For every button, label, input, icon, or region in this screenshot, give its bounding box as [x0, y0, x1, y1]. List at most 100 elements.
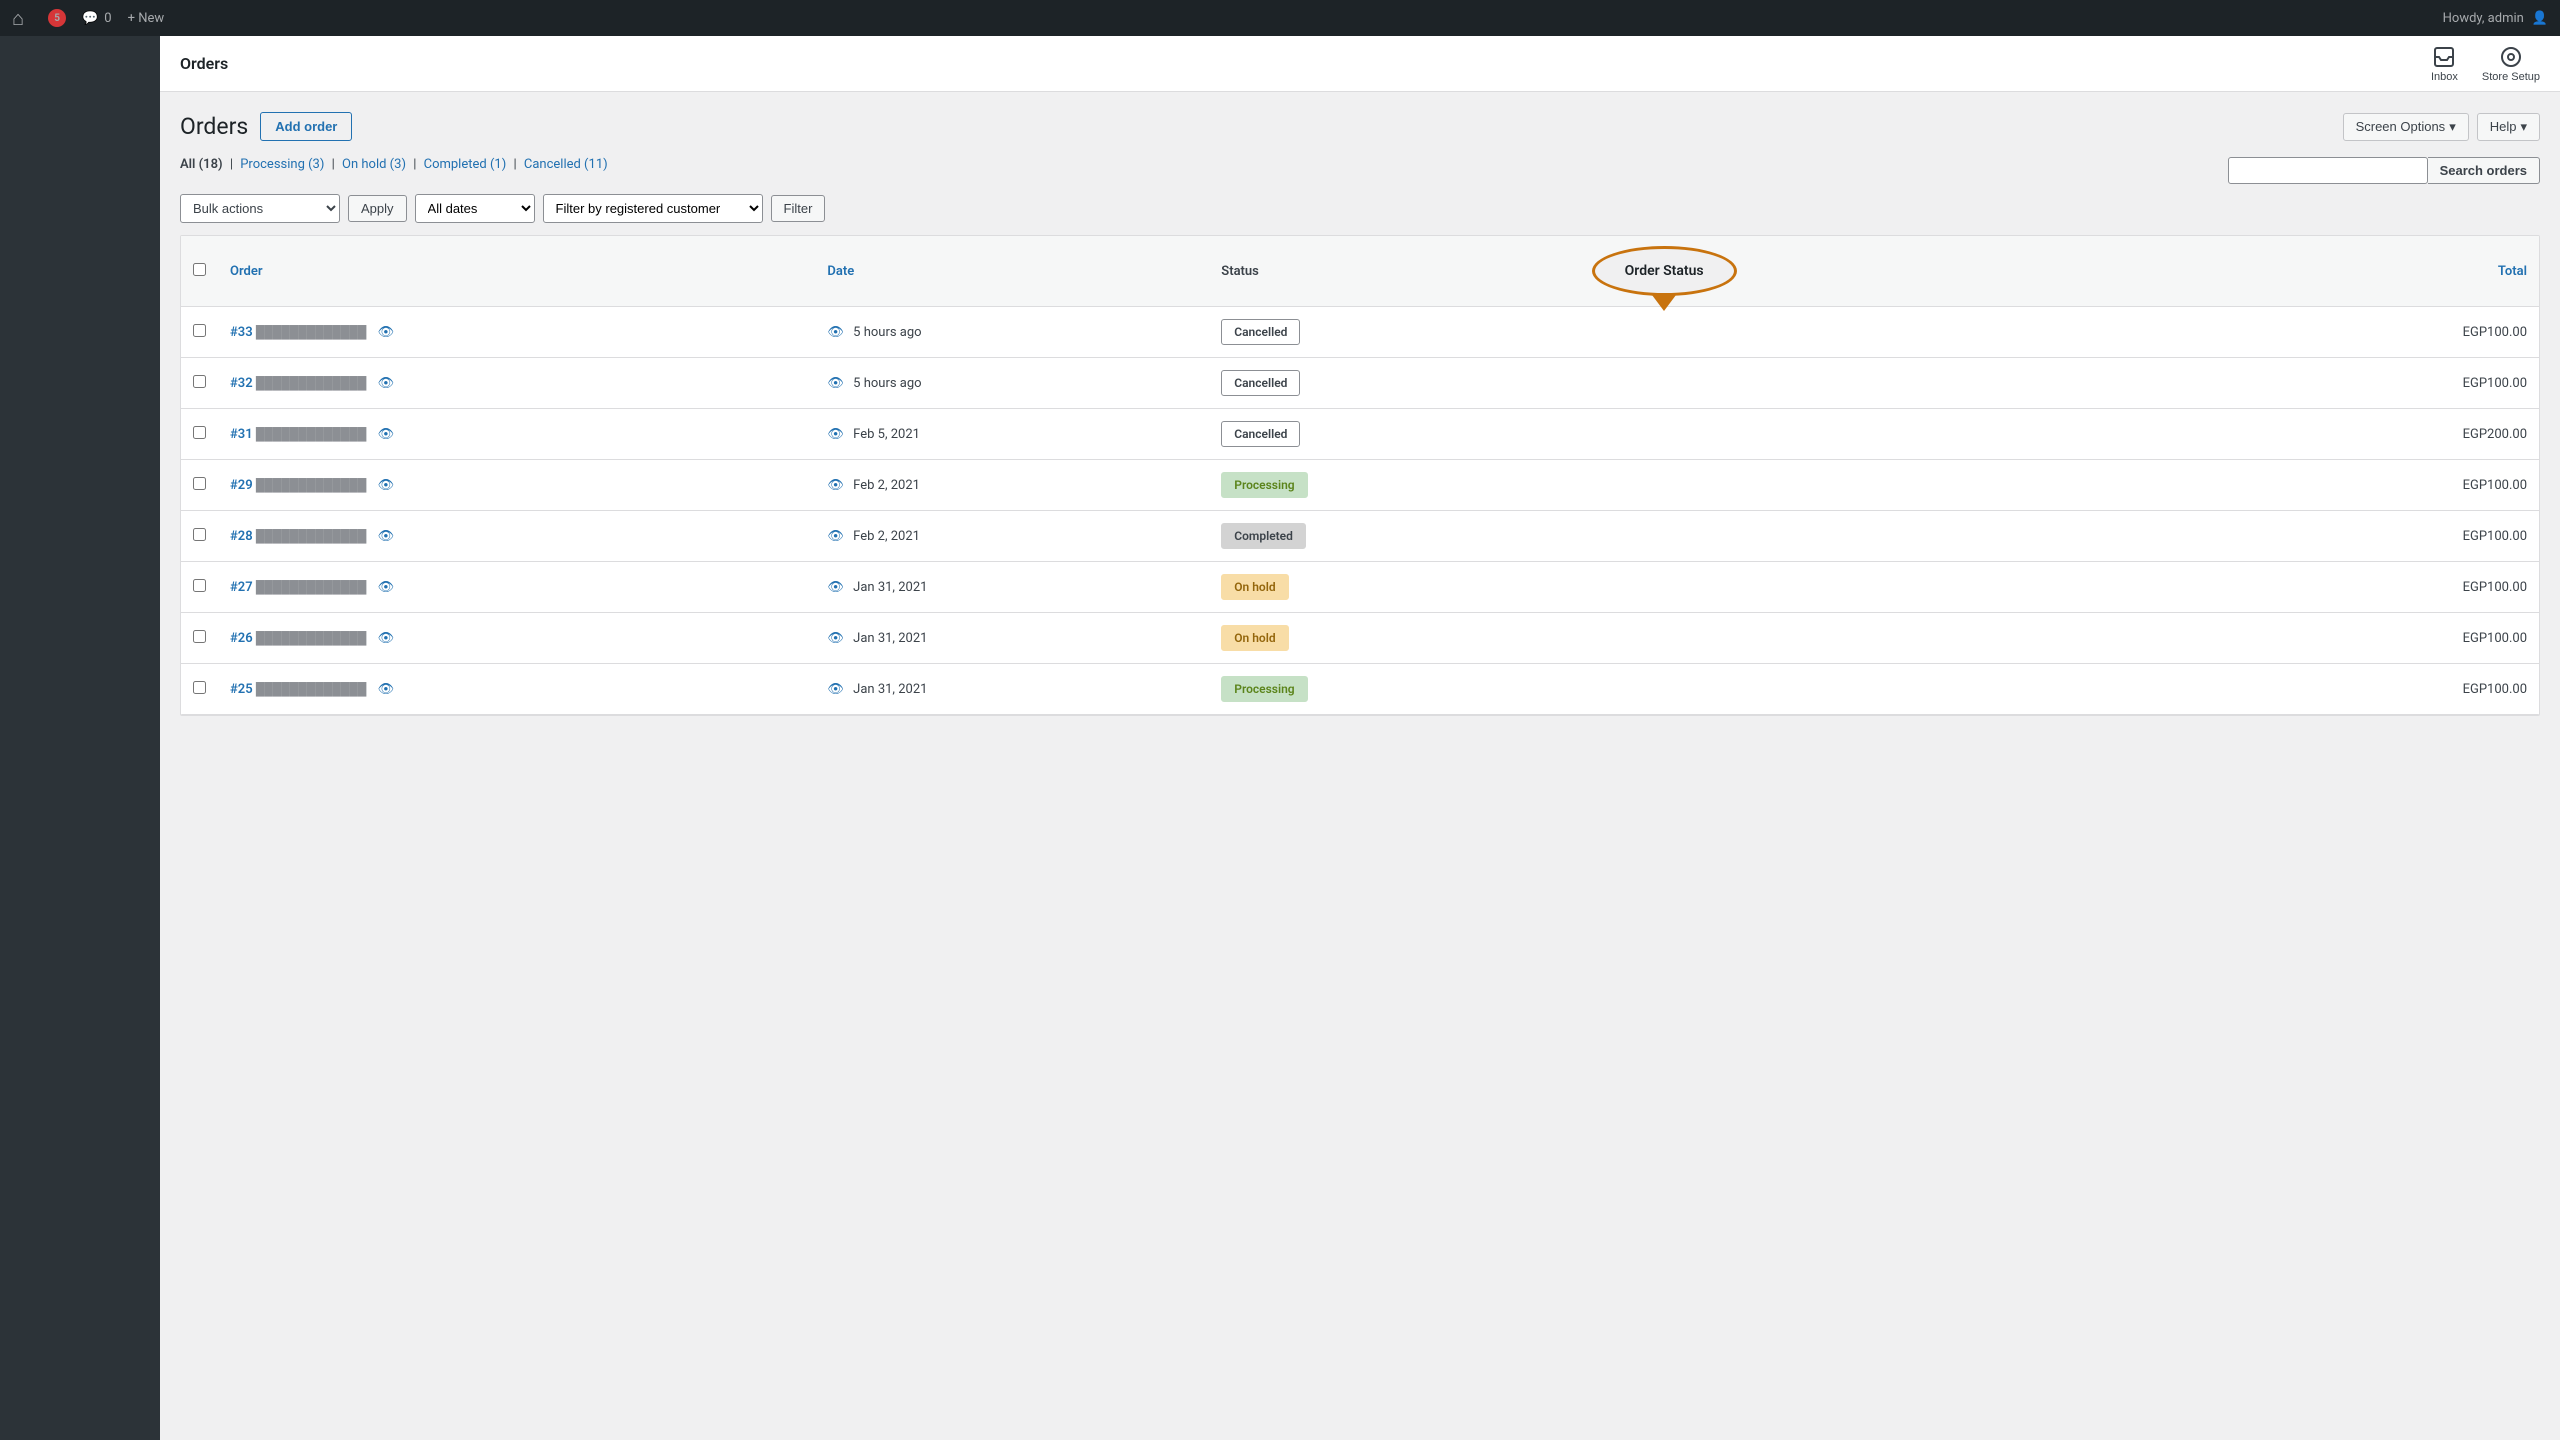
order-status-extra-cell	[1560, 511, 2259, 562]
order-status-extra-cell	[1560, 613, 2259, 664]
row-checkbox[interactable]	[193, 528, 206, 541]
order-cell: #31 █████████████ 👁	[218, 409, 815, 460]
order-link[interactable]: #29	[230, 478, 253, 493]
order-link[interactable]: #26	[230, 631, 253, 646]
eye-icon[interactable]: 👁	[378, 529, 395, 544]
order-link[interactable]: #27	[230, 580, 253, 595]
date-cell: 👁 Jan 31, 2021	[815, 664, 1209, 715]
table-row: #31 █████████████ 👁 👁 Feb 5, 2021 Cancel…	[181, 409, 2539, 460]
store-setup-button[interactable]: Store Setup	[2482, 45, 2540, 83]
update-bubble: 5	[48, 9, 66, 27]
subheader: Orders Inbox Store Setup	[160, 36, 2560, 92]
orders-table-wrapper: Order Date Status Order Status	[180, 235, 2540, 716]
eye-icon[interactable]: 👁	[378, 427, 395, 442]
new-item[interactable]: + New	[128, 11, 165, 26]
eye-icon[interactable]: 👁	[378, 631, 395, 646]
row-checkbox-cell	[181, 613, 218, 664]
row-checkbox-cell	[181, 358, 218, 409]
date-cell: 👁 Feb 5, 2021	[815, 409, 1209, 460]
status-cell: Cancelled	[1209, 409, 1559, 460]
order-link[interactable]: #28	[230, 529, 253, 544]
order-status-extra-cell	[1560, 307, 2259, 358]
clock-icon: 👁	[827, 376, 844, 391]
order-link[interactable]: #31	[230, 427, 253, 442]
tab-completed[interactable]: Completed (1)	[424, 157, 507, 172]
total-cell: EGP100.00	[2258, 613, 2539, 664]
tab-on-hold[interactable]: On hold (3)	[342, 157, 406, 172]
admin-sidebar	[0, 36, 160, 1440]
date-col-header[interactable]: Date	[815, 236, 1209, 307]
select-all-header	[181, 236, 218, 307]
table-row: #33 █████████████ 👁 👁 5 hours ago Cancel…	[181, 307, 2539, 358]
help-button[interactable]: Help ▾	[2477, 113, 2540, 141]
eye-icon[interactable]: 👁	[378, 682, 395, 697]
order-customer-name: █████████████	[256, 325, 367, 339]
bulk-actions-select[interactable]: Bulk actions	[180, 194, 340, 223]
row-checkbox[interactable]	[193, 477, 206, 490]
order-link[interactable]: #32	[230, 376, 253, 391]
select-all-checkbox[interactable]	[193, 263, 206, 276]
date-cell: 👁 Jan 31, 2021	[815, 613, 1209, 664]
date-filter-select[interactable]: All dates	[415, 194, 535, 223]
eye-icon[interactable]: 👁	[378, 325, 395, 340]
customer-filter-select[interactable]: Filter by registered customer	[543, 194, 763, 223]
admin-avatar-icon: 👤	[2532, 11, 2548, 26]
clock-icon: 👁	[827, 631, 844, 646]
row-checkbox[interactable]	[193, 630, 206, 643]
order-date: Jan 31, 2021	[853, 631, 927, 646]
row-checkbox[interactable]	[193, 324, 206, 337]
search-orders-button[interactable]: Search orders	[2428, 157, 2540, 184]
order-link[interactable]: #25	[230, 682, 253, 697]
order-col-header[interactable]: Order	[218, 236, 815, 307]
row-checkbox-cell	[181, 409, 218, 460]
status-cell: Cancelled	[1209, 358, 1559, 409]
tab-processing[interactable]: Processing (3)	[240, 157, 324, 172]
order-status-col-header: Order Status	[1560, 236, 2259, 307]
clock-icon: 👁	[827, 682, 844, 697]
filter-button[interactable]: Filter	[771, 195, 826, 222]
clock-icon: 👁	[827, 478, 844, 493]
page-header: Orders Add order Screen Options ▾ Help ▾	[180, 112, 2540, 141]
total-col-header[interactable]: Total	[2258, 236, 2539, 307]
status-badge: Cancelled	[1221, 370, 1300, 396]
order-customer-name: █████████████	[256, 529, 367, 543]
wp-logo-icon: ⌂	[12, 6, 24, 31]
status-badge: Processing	[1221, 676, 1307, 702]
admin-bar: ⌂ 5 💬 0 + New Howdy, admin 👤	[0, 0, 2560, 36]
row-checkbox[interactable]	[193, 579, 206, 592]
admin-bar-right: Howdy, admin 👤	[2443, 11, 2548, 26]
order-date: Jan 31, 2021	[853, 580, 927, 595]
comment-count[interactable]: 💬 0	[82, 11, 112, 26]
screen-options-button[interactable]: Screen Options ▾	[2343, 113, 2469, 141]
inbox-button[interactable]: Inbox	[2431, 45, 2458, 83]
order-date: Feb 2, 2021	[853, 478, 920, 493]
tab-all[interactable]: All (18)	[180, 157, 223, 172]
update-count[interactable]: 5	[48, 9, 66, 27]
eye-icon[interactable]: 👁	[378, 580, 395, 595]
status-cell: On hold	[1209, 562, 1559, 613]
status-badge: Cancelled	[1221, 421, 1300, 447]
order-status-extra-cell	[1560, 409, 2259, 460]
add-order-button[interactable]: Add order	[260, 112, 352, 141]
order-date: Feb 5, 2021	[853, 427, 920, 442]
order-customer-name: █████████████	[256, 580, 367, 594]
eye-icon[interactable]: 👁	[378, 376, 395, 391]
apply-button[interactable]: Apply	[348, 195, 407, 222]
clock-icon: 👁	[827, 580, 844, 595]
eye-icon[interactable]: 👁	[378, 478, 395, 493]
search-input[interactable]	[2228, 157, 2428, 184]
order-customer-name: █████████████	[256, 478, 367, 492]
row-checkbox[interactable]	[193, 426, 206, 439]
row-checkbox[interactable]	[193, 375, 206, 388]
inbox-icon	[2432, 45, 2456, 69]
total-cell: EGP200.00	[2258, 409, 2539, 460]
callout-arrow	[1652, 295, 1676, 311]
clock-icon: 👁	[827, 427, 844, 442]
order-date: Feb 2, 2021	[853, 529, 920, 544]
row-checkbox[interactable]	[193, 681, 206, 694]
order-cell: #28 █████████████ 👁	[218, 511, 815, 562]
tab-cancelled[interactable]: Cancelled (11)	[524, 157, 608, 172]
order-link[interactable]: #33	[230, 325, 253, 340]
order-cell: #32 █████████████ 👁	[218, 358, 815, 409]
total-cell: EGP100.00	[2258, 511, 2539, 562]
